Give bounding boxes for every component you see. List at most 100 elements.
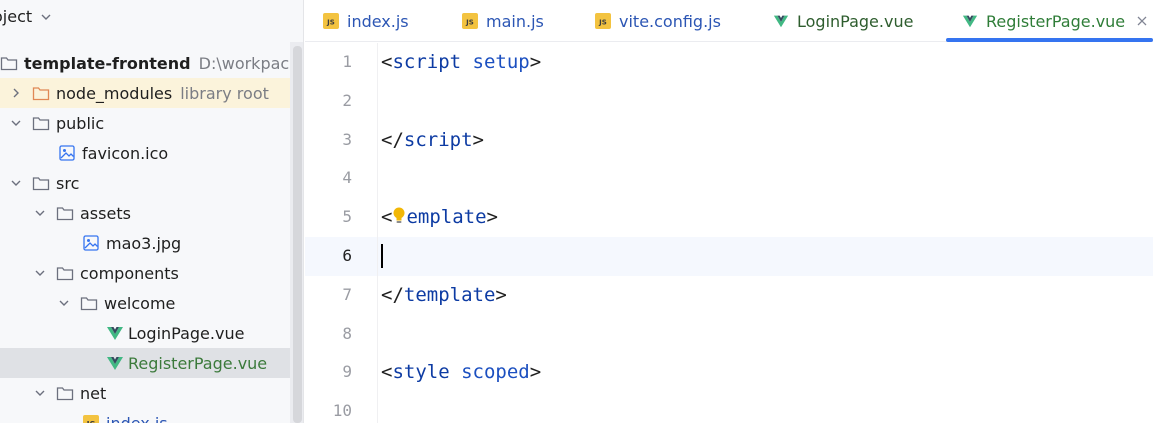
vue-file-icon [962,15,978,28]
lightbulb-icon[interactable] [392,206,406,226]
tree-item-net-index-js[interactable]: JS index.js [0,408,290,423]
code-editor[interactable]: 1 2 3 4 5 6 7 8 9 10 <script setup> </sc… [305,43,1153,423]
tree-item-net[interactable]: net [0,378,290,408]
chevron-right-icon[interactable] [10,87,22,99]
line-number: 4 [342,168,352,188]
code-token-tag: emplate [406,206,487,229]
tree-item-label: public [56,113,105,133]
chevron-down-icon[interactable] [10,117,22,129]
line-number-current: 6 [342,246,352,265]
tree-item-label: net [80,383,107,403]
tab-loginpage-vue[interactable]: LoginPage.vue [773,0,913,42]
code-line-9: <style scoped> [381,353,541,392]
tree-item-label: RegisterPage.vue [128,353,268,373]
tab-label: main.js [486,11,544,31]
tab-label: RegisterPage.vue [986,11,1126,31]
tab-index-js[interactable]: JS index.js [323,0,409,42]
code-token-tag: template [403,283,496,306]
tree-item-welcome[interactable]: welcome [0,288,290,318]
tree-item-hint: library root [180,83,269,103]
tree-item-label: src [56,173,80,193]
chevron-down-icon[interactable] [34,207,46,219]
active-tab-indicator [946,38,1153,42]
code-token: > [472,128,484,151]
tree-item-template-frontend[interactable]: template-frontend D:\workpace\ [0,48,303,78]
tab-label: vite.config.js [619,11,721,31]
code-line-3: </script> [381,121,484,160]
code-token: > [495,283,507,306]
code-token: > [529,361,542,384]
editor-tab-bar: JS index.js JS main.js JS vite.config.js… [305,0,1153,42]
image-file-icon [59,145,75,161]
folder-icon [80,297,98,311]
tree-item-label: mao3.jpg [106,233,182,253]
folder-excluded-icon [32,87,50,101]
tree-item-assets[interactable]: assets [0,198,290,228]
code-token-tag: style [392,361,450,384]
line-number: 5 [342,207,352,227]
tree-item-path: D:\workpace\ [198,53,304,73]
project-panel: oject template-frontend D:\workpace\ nod… [0,0,304,423]
tree-item-node-modules[interactable]: node_modules library root [0,78,290,108]
js-file-icon: JS [83,415,99,423]
tree-item-registerpage[interactable]: RegisterPage.vue [0,348,290,378]
chevron-down-icon[interactable] [58,297,70,309]
js-file-icon: JS [462,13,478,29]
code-token: > [486,206,498,229]
folder-icon [0,57,18,71]
code-line-5: < emplate> [381,198,498,237]
tree-item-favicon[interactable]: favicon.ico [0,138,290,168]
line-number: 8 [342,323,352,343]
tree-item-src[interactable]: src [0,168,290,198]
tab-main-js[interactable]: JS main.js [462,0,544,42]
tree-item-label: welcome [104,293,176,313]
folder-icon [56,207,74,221]
line-number: 2 [342,90,352,110]
chevron-down-icon[interactable] [34,387,46,399]
folder-icon [32,177,50,191]
line-number: 10 [332,401,352,421]
project-view-selector[interactable]: oject [0,7,52,26]
gutter-divider [377,43,378,423]
tab-vite-config-js[interactable]: JS vite.config.js [595,0,721,42]
tree-item-loginpage[interactable]: LoginPage.vue [0,318,290,348]
tree-item-label: template-frontend [24,53,191,73]
code-token: < [381,206,393,229]
current-line-highlight [305,237,1153,276]
line-number: 7 [342,284,352,304]
chevron-down-icon[interactable] [34,267,46,279]
code-token: </ [381,283,404,306]
code-token: < [381,51,393,73]
image-file-icon [83,235,99,251]
chevron-down-icon[interactable] [10,177,22,189]
code-line-7: </template> [381,276,507,315]
code-token-attr: scoped [461,361,530,384]
tree-item-label: components [80,263,179,283]
svg-text:JS: JS [465,19,474,27]
js-file-icon: JS [323,13,339,29]
line-number: 1 [342,52,352,71]
folder-icon [56,267,74,281]
code-token: </ [381,128,404,151]
code-token-tag: script [392,51,462,73]
tree-scrollbar[interactable] [293,46,302,423]
code-line-1: <script setup> [381,43,541,82]
tree-item-label: favicon.ico [82,143,169,163]
js-file-icon: JS [595,13,611,29]
vue-file-icon [107,357,123,370]
line-number: 3 [342,129,352,149]
close-icon[interactable] [1137,16,1147,26]
line-number-gutter: 1 2 3 4 5 6 7 8 9 10 [305,43,377,423]
folder-icon [56,387,74,401]
tree-item-mao3[interactable]: mao3.jpg [0,228,290,258]
code-token: < [381,361,393,384]
tree-item-components[interactable]: components [0,258,290,288]
tree-item-label: assets [80,203,131,223]
tab-registerpage-vue[interactable]: RegisterPage.vue [962,0,1147,42]
text-caret [381,244,383,268]
tree-item-public[interactable]: public [0,108,290,138]
tree-item-label: node_modules [56,83,173,103]
svg-text:JS: JS [326,19,335,27]
vue-file-icon [107,327,123,340]
chevron-down-icon [41,14,51,20]
